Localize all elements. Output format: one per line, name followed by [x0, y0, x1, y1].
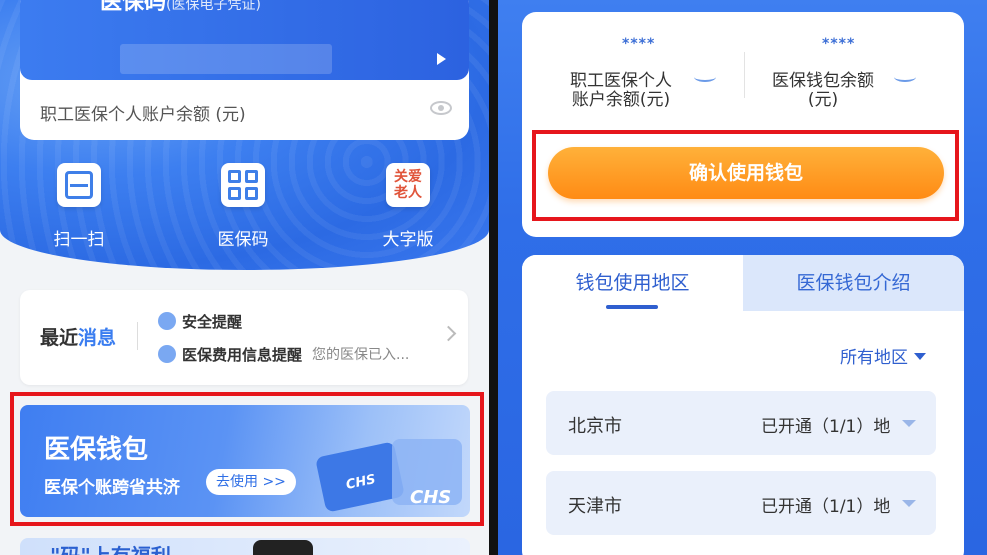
personal-account-balance-label: 职工医保个人 账户余额(元)	[570, 71, 672, 110]
promo-banner[interactable]: "码"上有福利	[20, 538, 470, 555]
caret-down-icon[interactable]	[902, 500, 916, 507]
recent-messages-card[interactable]: 最近消息 安全提醒 医保费用信息提醒 您的医保已入...	[20, 290, 468, 385]
highlight-frame	[10, 392, 484, 526]
right-screenshot-panel: **** 职工医保个人 账户余额(元) **** 医保钱包余额 (元) 确认使用钱包…	[498, 0, 987, 555]
quick-action-label: 扫一扫	[53, 230, 105, 250]
elder-care-icon: 关爱老人	[386, 163, 430, 207]
eye-icon[interactable]	[430, 101, 452, 115]
region-status: 已开通（1/1）地	[761, 497, 891, 517]
city-name: 天津市	[568, 496, 622, 517]
caret-down-icon	[914, 353, 926, 360]
shield-check-icon	[158, 312, 176, 330]
highlight-frame	[532, 130, 959, 221]
divider	[744, 52, 745, 98]
city-name: 北京市	[568, 416, 622, 437]
scan-icon	[57, 163, 101, 207]
insurance-code-banner[interactable]: 医保码(医保电子凭证)	[20, 0, 469, 80]
tab-wallet-regions[interactable]: 钱包使用地区	[522, 255, 743, 311]
quick-action-large-font[interactable]: 关爱老人 大字版	[368, 163, 448, 250]
medical-fee-icon	[158, 345, 176, 363]
play-arrow-icon[interactable]	[437, 53, 446, 65]
insurance-code-title: 医保码(医保电子凭证)	[100, 0, 261, 15]
quick-action-scan[interactable]: 扫一扫	[39, 163, 119, 250]
active-tab-indicator	[606, 305, 658, 309]
masked-code-bar	[120, 44, 332, 74]
medical-insurance-card[interactable]: 医保码(医保电子凭证) 职工医保个人账户余额 (元)	[20, 0, 469, 140]
region-row[interactable]: 北京市 已开通（1/1）地	[546, 391, 936, 455]
phone-illustration	[253, 540, 313, 555]
caret-down-icon[interactable]	[902, 420, 916, 427]
recent-messages-title: 最近消息	[40, 327, 117, 349]
eye-closed-icon[interactable]	[894, 72, 916, 82]
masked-balance: ****	[822, 36, 856, 52]
quick-action-label: 大字版	[382, 230, 434, 250]
region-row[interactable]: 天津市 已开通（1/1）地	[546, 471, 936, 535]
message-item[interactable]: 安全提醒	[158, 310, 242, 332]
region-filter-dropdown[interactable]: 所有地区	[840, 343, 926, 368]
chevron-right-icon[interactable]	[440, 325, 457, 342]
masked-balance: ****	[622, 36, 656, 52]
personal-account-balance-label: 职工医保个人账户余额 (元)	[40, 105, 246, 125]
eye-closed-icon[interactable]	[694, 72, 716, 82]
region-status: 已开通（1/1）地	[761, 417, 891, 437]
quick-action-label: 医保码	[217, 230, 269, 250]
qr-code-icon	[221, 163, 265, 207]
wallet-balance-label: 医保钱包余额 (元)	[772, 71, 874, 110]
wallet-regions-card: 钱包使用地区 医保钱包介绍 所有地区 北京市 已开通（1/1）地 天津市 已开通…	[522, 255, 964, 555]
quick-action-insurance-code[interactable]: 医保码	[203, 163, 283, 250]
left-screenshot-panel: 医保码(医保电子凭证) 职工医保个人账户余额 (元) 扫一扫 医保码 关爱老人 …	[0, 0, 489, 555]
message-item[interactable]: 医保费用信息提醒 您的医保已入...	[158, 343, 409, 365]
divider	[137, 322, 138, 350]
tab-wallet-intro[interactable]: 医保钱包介绍	[743, 255, 964, 311]
